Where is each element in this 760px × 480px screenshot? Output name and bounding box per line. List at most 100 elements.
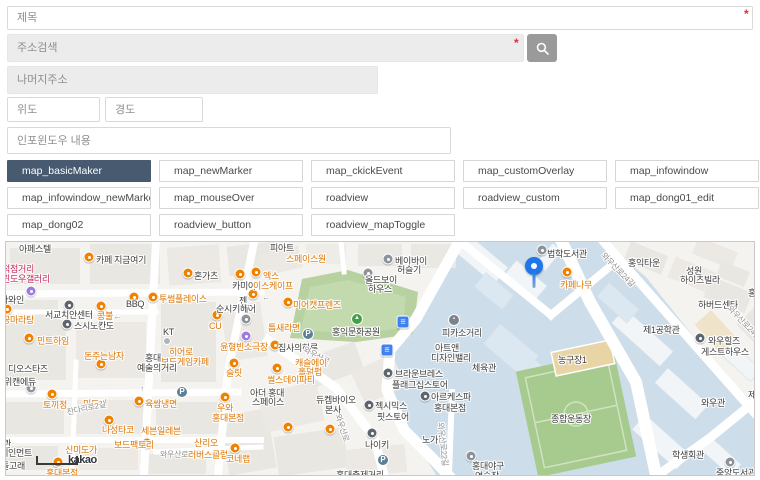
map-poi-label: → <box>211 448 219 458</box>
map-poi-label: 테인먼트 <box>5 448 32 458</box>
camera-poi-icon <box>448 314 460 326</box>
map-poi-label: 히어로 <box>169 347 193 357</box>
map-poi-label: 홍익타운 <box>628 258 660 268</box>
parking-icon <box>302 328 314 340</box>
title-required-mark: * <box>744 7 749 21</box>
search-icon <box>536 42 549 55</box>
orange-poi-marker-icon <box>96 301 107 312</box>
orange-poi-marker-icon <box>230 443 241 454</box>
dark-poi-marker-icon <box>367 428 378 439</box>
map-poi-label: 러버스클럽 <box>188 450 228 460</box>
button-map_ckickEvent[interactable]: map_ckickEvent <box>311 160 455 182</box>
address-search-button[interactable] <box>527 34 557 62</box>
map-poi-label: CU <box>209 321 221 331</box>
map-poi-label: 틈새라면 <box>268 323 300 333</box>
map-poi-label: 핏스토어 <box>377 412 409 422</box>
orange-poi-marker-icon <box>47 389 58 400</box>
button-roadview_button[interactable]: roadview_button <box>159 214 303 236</box>
map-poi-label: 나성타코 <box>102 425 134 435</box>
button-map_basicMaker[interactable]: map_basicMaker <box>7 160 151 182</box>
dark-poi-marker-icon <box>383 368 394 379</box>
button-map_infowindow_newMarker[interactable]: map_infowindow_newMarker <box>7 187 151 209</box>
map-poi-label: 디오스타즈 <box>8 364 48 374</box>
map-poi-label: 피아트 <box>270 243 294 253</box>
map-poi-label: 윤형빈소극장 <box>220 342 268 352</box>
dark-poi-marker-icon <box>364 400 375 411</box>
map-poi-label: 민트하임 <box>37 336 69 346</box>
map-poi-label: 이스케이프 <box>253 281 293 291</box>
map-poi-label: 제3 <box>748 390 755 400</box>
kakao-map[interactable]: 아페스텔카페 지금여기적점거리윈도우갤러리혼가츠카미야다와인서교치안센터콩불←B… <box>5 241 755 476</box>
dark-poi-marker-icon <box>62 319 73 330</box>
map-poi-label: 와우산로22길 <box>435 422 450 466</box>
address-required-mark: * <box>514 36 519 50</box>
map-poi-label: 스페이스원 <box>286 254 326 264</box>
map-poi-label: 피카소거리 <box>442 328 482 338</box>
map-poi-label: 예술의거리 <box>137 363 177 373</box>
bus-stop-icon <box>397 316 410 329</box>
gray-poi-marker-icon <box>466 451 477 462</box>
map-poi-label: 돈주는남자 <box>84 351 124 361</box>
gray-poi-marker-icon <box>725 457 736 468</box>
map-poi-label: 연습장 <box>475 471 499 476</box>
gray-poi-marker-icon <box>537 245 548 256</box>
button-map_dong02[interactable]: map_dong02 <box>7 214 151 236</box>
map-poi-label: 돌고래 <box>5 461 25 471</box>
orange-poi-marker-icon <box>229 358 240 369</box>
map-poi-label: 공마라탕 <box>5 315 34 325</box>
map-poi-label: 코네랩 <box>226 454 250 464</box>
address-detail-input[interactable] <box>7 66 378 94</box>
button-roadview_mapToggle[interactable]: roadview_mapToggle <box>311 214 455 236</box>
map-poi-layer: 아페스텔카페 지금여기적점거리윈도우갤러리혼가츠카미야다와인서교치안센터콩불←B… <box>6 242 754 475</box>
map-poi-label: 홍대본점 <box>434 403 466 413</box>
map-poi-label: 다와인 <box>5 295 24 305</box>
map-poi-label: KT <box>163 327 174 337</box>
button-map_customOverlay[interactable]: map_customOverlay <box>463 160 607 182</box>
map-poi-label: 카페 지금여기 <box>96 255 146 265</box>
map-poi-label: 육쌈냉면 <box>145 399 177 409</box>
orange-poi-marker-icon <box>325 424 336 435</box>
infowindow-content-input[interactable] <box>7 127 451 154</box>
map-poi-label: 아르케스파 <box>431 392 471 402</box>
button-map_newMarker[interactable]: map_newMarker <box>159 160 303 182</box>
map-poi-label: 토끼정 <box>43 400 67 410</box>
orange-poi-marker-icon <box>5 304 13 315</box>
parking-icon <box>377 454 389 466</box>
map-poi-label: 하이츠빌라 <box>680 275 720 285</box>
map-poi-label: 디자인밸리 <box>431 353 471 363</box>
orange-poi-marker-icon <box>148 292 159 303</box>
map-poi-label: 엑스 <box>263 271 279 281</box>
address-search-input[interactable] <box>7 34 524 62</box>
purple-poi-marker-icon <box>241 331 252 342</box>
map-marker-pin[interactable] <box>525 257 543 275</box>
map-scale-bar <box>36 456 78 465</box>
map-poi-label: 혼가츠 <box>194 271 218 281</box>
latitude-input[interactable] <box>7 97 100 122</box>
map-poi-label: 나이키 <box>365 440 389 450</box>
gray-poi-marker-icon <box>383 254 394 265</box>
orange-poi-marker-icon <box>84 252 95 263</box>
orange-poi-marker-icon <box>283 422 294 433</box>
orange-poi-marker-icon <box>562 267 573 278</box>
button-roadview_custom[interactable]: roadview_custom <box>463 187 607 209</box>
orange-poi-marker-icon <box>183 268 194 279</box>
map-poi-label: 홍대 <box>145 353 161 363</box>
button-map_infowindow[interactable]: map_infowindow <box>615 160 759 182</box>
dark-poi-marker-icon <box>695 333 706 344</box>
map-poi-label: 카페나무 <box>560 280 592 290</box>
map-poi-label: ← <box>246 300 254 310</box>
map-poi-label: 우와 <box>217 403 233 413</box>
map-poi-label: 홍익 <box>748 288 755 298</box>
button-map_mouseOver[interactable]: map_mouseOver <box>159 187 303 209</box>
longitude-input[interactable] <box>105 97 203 122</box>
map-poi-label: 슬릿 <box>226 368 242 378</box>
button-map_dong01_edit[interactable]: map_dong01_edit <box>615 187 759 209</box>
map-poi-label: 미어캣프렌즈 <box>293 300 341 310</box>
map-poi-label: 농구장1 <box>558 355 587 365</box>
map-poi-label: 투썸플레이스 <box>159 294 207 304</box>
button-roadview[interactable]: roadview <box>311 187 455 209</box>
title-input[interactable] <box>7 6 753 30</box>
map-poi-label: 학생회관 <box>672 450 704 460</box>
orange-poi-marker-icon <box>104 415 115 426</box>
dark-poi-marker-icon <box>420 391 431 402</box>
